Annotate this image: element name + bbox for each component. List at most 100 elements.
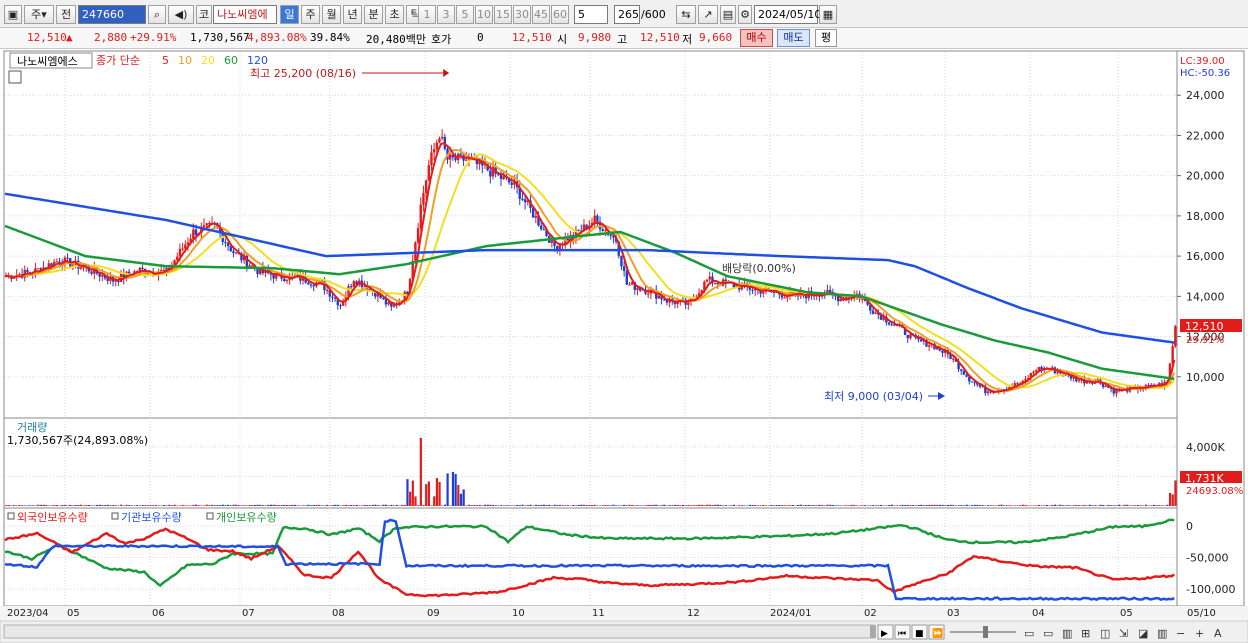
volume-bar	[435, 478, 439, 506]
stock-name-field[interactable]: 나노씨엠에	[213, 5, 277, 24]
indicator-icon[interactable]: ↗	[698, 5, 718, 24]
date-input[interactable]: 2024/05/10	[754, 5, 821, 24]
volume-bar	[834, 505, 837, 506]
period-1[interactable]: 주	[301, 5, 320, 24]
interval-5[interactable]: 30	[513, 5, 531, 24]
volume-bar	[548, 504, 551, 506]
volume-bar	[775, 505, 778, 506]
volume-bar	[1088, 504, 1091, 506]
interval-2[interactable]: 5	[456, 5, 474, 24]
candle-body	[489, 170, 492, 177]
sell-button[interactable]: 매도	[777, 29, 810, 47]
x-label-4: 08	[332, 608, 345, 619]
candle-body	[36, 268, 40, 270]
volume-bar	[510, 505, 513, 506]
volume-bar	[21, 505, 24, 506]
high-annotation: 최고 25,200 (08/16)	[250, 67, 356, 80]
candle-body	[194, 229, 198, 236]
volume-title: 거래량	[17, 421, 47, 434]
count-input[interactable]: 265	[614, 5, 640, 24]
volume-bar	[224, 505, 227, 506]
volume-bar	[23, 505, 26, 506]
volume-bar	[79, 504, 83, 506]
candle-body	[636, 288, 639, 290]
market-select[interactable]: 주▾	[24, 5, 54, 24]
volume-bar	[162, 504, 166, 506]
interval-3[interactable]: 10	[475, 5, 493, 24]
search-icon[interactable]: ⌕	[148, 5, 166, 24]
playback-icon-3: ⏩	[932, 627, 943, 639]
playback-icon-0: ▶	[881, 629, 888, 639]
volume-bar	[69, 504, 72, 506]
holdings-legend-marker-2	[206, 512, 214, 520]
period-2[interactable]: 월	[322, 5, 341, 24]
stock-code-input[interactable]: 247660	[78, 5, 146, 24]
interval-4[interactable]: 15	[494, 5, 512, 24]
volume-bar	[719, 504, 722, 506]
playback-icon-1: ⏮	[898, 629, 906, 639]
volume-bar	[342, 505, 345, 506]
evaluate-button[interactable]: 평	[815, 29, 837, 47]
volume-bar	[679, 505, 682, 506]
volume-bar	[649, 504, 653, 506]
candle-body	[906, 334, 909, 339]
prev-button[interactable]: 전	[56, 5, 76, 24]
volume-bar	[585, 505, 588, 506]
volume-bar	[15, 505, 18, 506]
volume-bar	[529, 504, 532, 506]
interval-input[interactable]: 5	[574, 5, 608, 24]
buy-button[interactable]: 매수	[740, 29, 773, 47]
period-3[interactable]: 년	[343, 5, 362, 24]
candle-body	[1024, 378, 1027, 381]
interval-7[interactable]: 60	[551, 5, 569, 24]
bottom-tool-icon-2: ▥	[1062, 627, 1072, 640]
x-label-5: 09	[427, 608, 440, 619]
compare-icon[interactable]: ⇆	[676, 5, 696, 24]
stock-chart[interactable]: 24,00022,00020,00018,00016,00014,00012,0…	[0, 50, 1248, 643]
interval-0[interactable]: 1	[418, 5, 436, 24]
window-icon[interactable]: ▣	[4, 5, 22, 24]
interval-1[interactable]: 3	[437, 5, 455, 24]
sound-icon[interactable]: ◀)	[168, 5, 194, 24]
volume-bar	[53, 505, 56, 506]
volume-bar	[457, 484, 460, 506]
volume-bar	[505, 505, 508, 506]
period-4[interactable]: 분	[364, 5, 383, 24]
save-icon[interactable]: ▤	[720, 5, 736, 24]
chart-type-button[interactable]: 코	[196, 5, 212, 24]
volume-bar	[960, 505, 963, 506]
volume-bar	[392, 505, 396, 506]
x-label-11: 03	[947, 608, 960, 619]
calendar-icon[interactable]: ▦	[819, 5, 837, 24]
period-5[interactable]: 초	[385, 5, 404, 24]
volume-bar	[668, 505, 671, 506]
hc-label: HC:-50.36	[1180, 68, 1230, 79]
volume-bar	[1139, 505, 1142, 506]
volume-bar	[467, 504, 471, 506]
x-label-6: 10	[512, 608, 525, 619]
volume-bar	[537, 504, 540, 506]
volume-bar	[104, 505, 107, 506]
volume-bar	[703, 505, 706, 506]
period-0[interactable]: 일	[280, 5, 299, 24]
volume-bar	[430, 505, 433, 506]
volume-bar	[235, 504, 238, 506]
volume-bar	[545, 505, 548, 506]
volume-bar	[173, 504, 176, 506]
legend-ma-5: 5	[162, 54, 169, 67]
volume-bar	[861, 505, 864, 506]
price-tick-label-5: 14,000	[1186, 290, 1225, 303]
volume-ratio: 4,893.08%	[247, 31, 307, 44]
volume-bar	[483, 504, 487, 506]
gear-icon[interactable]: ⚙	[738, 5, 752, 24]
candle-body	[973, 382, 976, 384]
bottom-tool-icon-7: ▥	[1157, 627, 1167, 640]
volume-bar	[55, 505, 59, 506]
volume-bar	[1107, 504, 1110, 506]
turnover: 39.84%	[310, 31, 350, 44]
volume-bar	[540, 504, 543, 506]
volume-bar	[269, 504, 273, 506]
volume-bar	[149, 505, 152, 506]
interval-6[interactable]: 45	[532, 5, 550, 24]
volume-bar	[962, 505, 966, 506]
